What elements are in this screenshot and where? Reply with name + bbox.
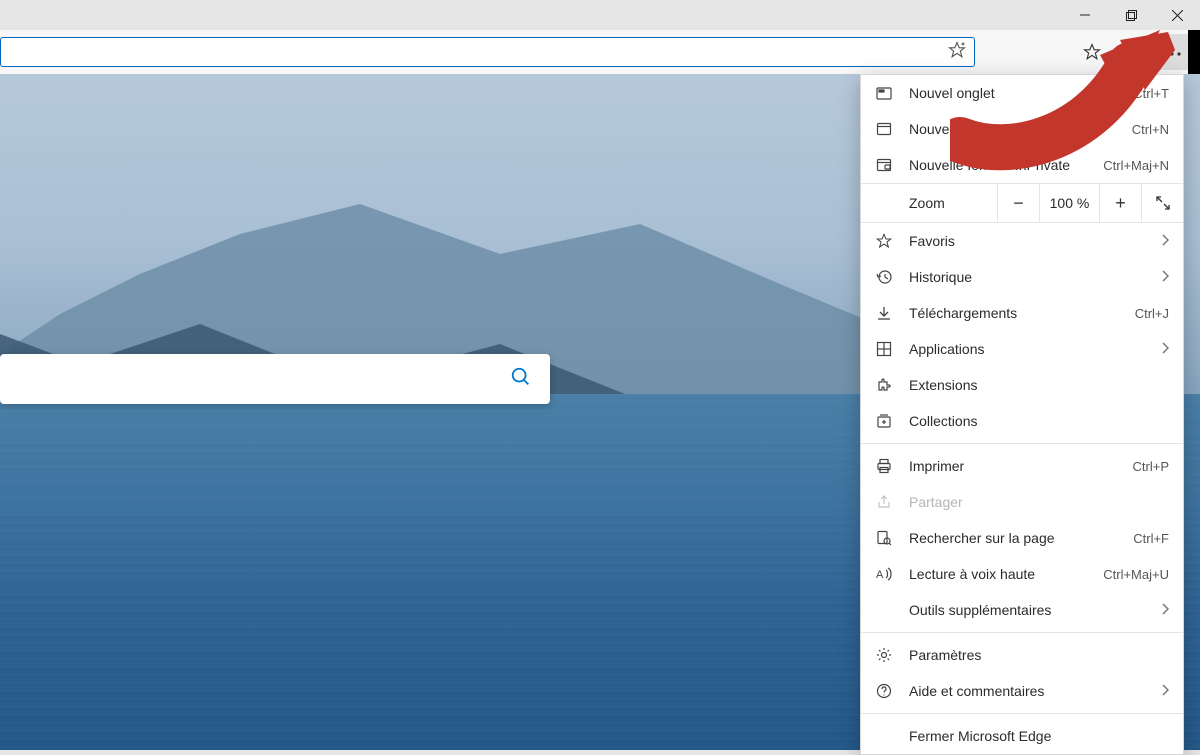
menu-close-edge[interactable]: Fermer Microsoft Edge: [861, 718, 1183, 754]
find-icon: [875, 530, 893, 546]
menu-label: Nouvel onglet: [909, 85, 1117, 101]
inprivate-icon: [875, 157, 893, 173]
address-bar[interactable]: [0, 37, 975, 67]
menu-label: Nouvelle fenêtre InPrivate: [909, 157, 1087, 173]
menu-label: Applications: [909, 341, 1145, 357]
read-aloud-icon: A: [875, 566, 893, 582]
menu-shortcut: Ctrl+P: [1133, 459, 1169, 474]
new-tab-search-box[interactable]: [0, 354, 550, 404]
menu-more-tools[interactable]: Outils supplémentaires: [861, 592, 1183, 628]
add-favorite-icon[interactable]: [948, 41, 966, 64]
menu-shortcut: Ctrl+T: [1133, 86, 1169, 101]
menu-shortcut: Ctrl+F: [1133, 531, 1169, 546]
print-icon: [875, 458, 893, 474]
menu-label: Lecture à voix haute: [909, 566, 1087, 582]
minimize-button[interactable]: [1062, 0, 1108, 30]
zoom-value: 100 %: [1039, 184, 1099, 222]
menu-separator: [861, 443, 1183, 444]
menu-shortcut: Ctrl+N: [1132, 122, 1169, 137]
menu-label: Fermer Microsoft Edge: [909, 728, 1169, 744]
menu-separator: [861, 632, 1183, 633]
menu-find[interactable]: Rechercher sur la page Ctrl+F: [861, 520, 1183, 556]
menu-zoom-row: Zoom − 100 % +: [861, 183, 1183, 223]
menu-collections[interactable]: Collections: [861, 403, 1183, 439]
chevron-right-icon: [1161, 233, 1169, 249]
star-icon: [875, 233, 893, 249]
menu-label: Historique: [909, 269, 1145, 285]
chevron-right-icon: [1161, 602, 1169, 618]
menu-label: Aide et commentaires: [909, 683, 1145, 699]
menu-label: Rechercher sur la page: [909, 530, 1117, 546]
menu-shortcut: Ctrl+Maj+U: [1103, 567, 1169, 582]
chevron-right-icon: [1161, 341, 1169, 357]
zoom-out-button[interactable]: −: [997, 184, 1039, 222]
menu-new-inprivate[interactable]: Nouvelle fenêtre InPrivate Ctrl+Maj+N: [861, 147, 1183, 183]
search-input[interactable]: [18, 370, 510, 388]
collections-icon: [875, 413, 893, 429]
menu-label: Téléchargements: [909, 305, 1119, 321]
profile-icon[interactable]: [1116, 43, 1140, 61]
history-icon: [875, 269, 893, 285]
chevron-right-icon: [1161, 269, 1169, 285]
menu-label: Favoris: [909, 233, 1145, 249]
settings-menu: Nouvel onglet Ctrl+T Nouvelle fenêtre Ct…: [860, 74, 1184, 755]
download-icon: [875, 305, 893, 321]
new-window-icon: [875, 121, 893, 137]
svg-text:A: A: [876, 569, 884, 581]
apps-icon: [875, 341, 893, 357]
menu-shortcut: Ctrl+Maj+N: [1103, 158, 1169, 173]
gear-icon: [875, 647, 893, 663]
menu-apps[interactable]: Applications: [861, 331, 1183, 367]
menu-share: Partager: [861, 484, 1183, 520]
share-icon: [875, 494, 893, 510]
toolbar: [0, 30, 1200, 74]
menu-new-window[interactable]: Nouvelle fenêtre Ctrl+N: [861, 111, 1183, 147]
settings-and-more-button[interactable]: [1152, 34, 1192, 70]
menu-separator: [861, 713, 1183, 714]
menu-read-aloud[interactable]: A Lecture à voix haute Ctrl+Maj+U: [861, 556, 1183, 592]
menu-help[interactable]: Aide et commentaires: [861, 673, 1183, 709]
menu-history[interactable]: Historique: [861, 259, 1183, 295]
menu-label: Collections: [909, 413, 1169, 429]
maximize-button[interactable]: [1108, 0, 1154, 30]
menu-shortcut: Ctrl+J: [1135, 306, 1169, 321]
menu-extensions[interactable]: Extensions: [861, 367, 1183, 403]
new-tab-icon: [875, 85, 893, 101]
favorites-toolbar-icon[interactable]: [1080, 43, 1104, 61]
menu-label: Paramètres: [909, 647, 1169, 663]
menu-label: Extensions: [909, 377, 1169, 393]
menu-label: Outils supplémentaires: [909, 602, 1145, 618]
chevron-right-icon: [1161, 683, 1169, 699]
fullscreen-button[interactable]: [1141, 184, 1183, 222]
close-button[interactable]: [1154, 0, 1200, 30]
menu-label: Partager: [909, 494, 1169, 510]
menu-downloads[interactable]: Téléchargements Ctrl+J: [861, 295, 1183, 331]
search-icon[interactable]: [510, 366, 532, 393]
zoom-in-button[interactable]: +: [1099, 184, 1141, 222]
extensions-icon: [875, 377, 893, 393]
menu-label: Imprimer: [909, 458, 1117, 474]
menu-print[interactable]: Imprimer Ctrl+P: [861, 448, 1183, 484]
zoom-label: Zoom: [861, 184, 997, 222]
more-horizontal-icon: [1163, 43, 1181, 61]
menu-new-tab[interactable]: Nouvel onglet Ctrl+T: [861, 75, 1183, 111]
menu-label: Nouvelle fenêtre: [909, 121, 1116, 137]
help-icon: [875, 683, 893, 699]
menu-favorites[interactable]: Favoris: [861, 223, 1183, 259]
menu-settings[interactable]: Paramètres: [861, 637, 1183, 673]
window-titlebar: [0, 0, 1200, 30]
